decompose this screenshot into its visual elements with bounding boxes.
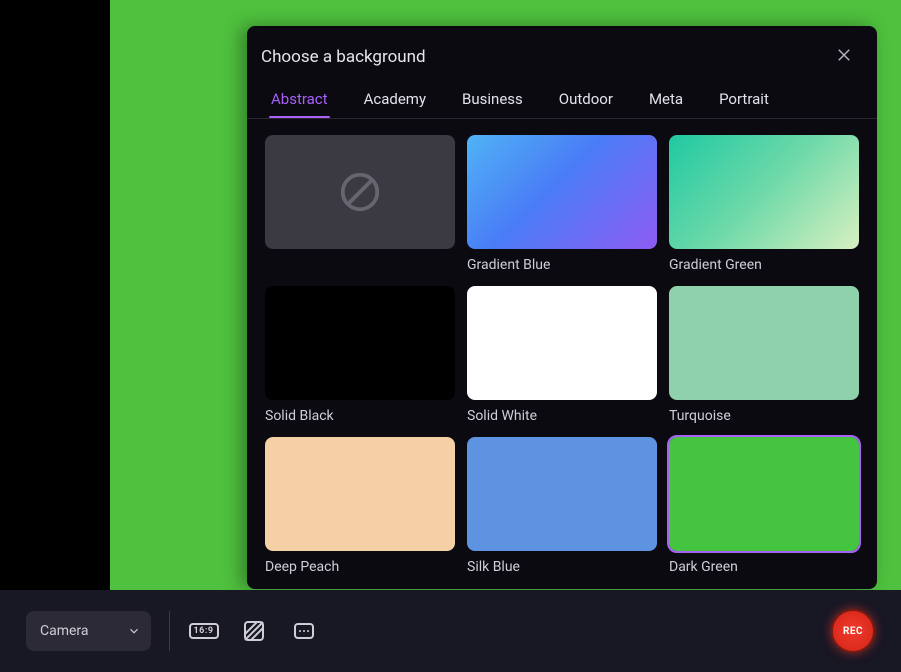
background-grid: Gradient Blue Gradient Green Solid Black… xyxy=(265,135,859,576)
aspect-ratio-button[interactable]: 16:9 xyxy=(188,615,220,647)
background-effects-button[interactable] xyxy=(238,615,270,647)
background-label: Deep Peach xyxy=(265,559,455,576)
background-grid-scroll[interactable]: Gradient Blue Gradient Green Solid Black… xyxy=(247,119,877,589)
tab-business[interactable]: Business xyxy=(462,82,523,118)
record-button[interactable]: REC xyxy=(831,609,875,653)
background-option-silk-blue[interactable]: Silk Blue xyxy=(467,437,657,576)
background-label xyxy=(265,257,455,274)
left-strip xyxy=(0,0,110,590)
no-background-icon xyxy=(337,169,383,215)
thumb-gradient-green xyxy=(669,135,859,249)
background-option-deep-peach[interactable]: Deep Peach xyxy=(265,437,455,576)
thumb-turquoise xyxy=(669,286,859,400)
thumb-gradient-blue xyxy=(467,135,657,249)
tab-meta[interactable]: Meta xyxy=(649,82,683,118)
tab-outdoor[interactable]: Outdoor xyxy=(559,82,613,118)
modal-title: Choose a background xyxy=(261,47,831,67)
background-option-gradient-blue[interactable]: Gradient Blue xyxy=(467,135,657,274)
background-grid-container: Gradient Blue Gradient Green Solid Black… xyxy=(247,119,877,589)
thumb-silk-blue xyxy=(467,437,657,551)
record-label: REC xyxy=(843,626,863,637)
chevron-down-icon xyxy=(127,624,141,638)
close-button[interactable] xyxy=(831,42,857,72)
background-label: Turquoise xyxy=(669,408,859,425)
captions-icon xyxy=(292,619,316,643)
bottom-toolbar: Camera 16:9 REC xyxy=(0,590,901,672)
tab-portrait[interactable]: Portrait xyxy=(719,82,769,118)
thumb-none xyxy=(265,135,455,249)
camera-source-label: Camera xyxy=(40,623,89,639)
background-option-dark-green[interactable]: Dark Green xyxy=(669,437,859,576)
background-option-gradient-green[interactable]: Gradient Green xyxy=(669,135,859,274)
close-icon xyxy=(835,46,853,64)
background-label: Solid White xyxy=(467,408,657,425)
thumb-dark-green xyxy=(669,437,859,551)
aspect-ratio-icon: 16:9 xyxy=(189,623,219,639)
category-tabs: Abstract Academy Business Outdoor Meta P… xyxy=(247,82,877,119)
captions-button[interactable] xyxy=(288,615,320,647)
background-label: Solid Black xyxy=(265,408,455,425)
background-label: Gradient Green xyxy=(669,257,859,274)
background-option-turquoise[interactable]: Turquoise xyxy=(669,286,859,425)
hatch-icon xyxy=(242,619,266,643)
thumb-solid-white xyxy=(467,286,657,400)
background-label: Silk Blue xyxy=(467,559,657,576)
thumb-solid-black xyxy=(265,286,455,400)
background-label: Dark Green xyxy=(669,559,859,576)
tab-academy[interactable]: Academy xyxy=(364,82,426,118)
background-option-solid-white[interactable]: Solid White xyxy=(467,286,657,425)
background-picker-modal: Choose a background Abstract Academy Bus… xyxy=(247,26,877,589)
divider xyxy=(169,611,170,651)
modal-header: Choose a background xyxy=(247,26,877,82)
tab-abstract[interactable]: Abstract xyxy=(271,82,328,118)
camera-source-select[interactable]: Camera xyxy=(26,611,151,651)
background-label: Gradient Blue xyxy=(467,257,657,274)
thumb-deep-peach xyxy=(265,437,455,551)
background-option-none[interactable] xyxy=(265,135,455,274)
background-option-solid-black[interactable]: Solid Black xyxy=(265,286,455,425)
